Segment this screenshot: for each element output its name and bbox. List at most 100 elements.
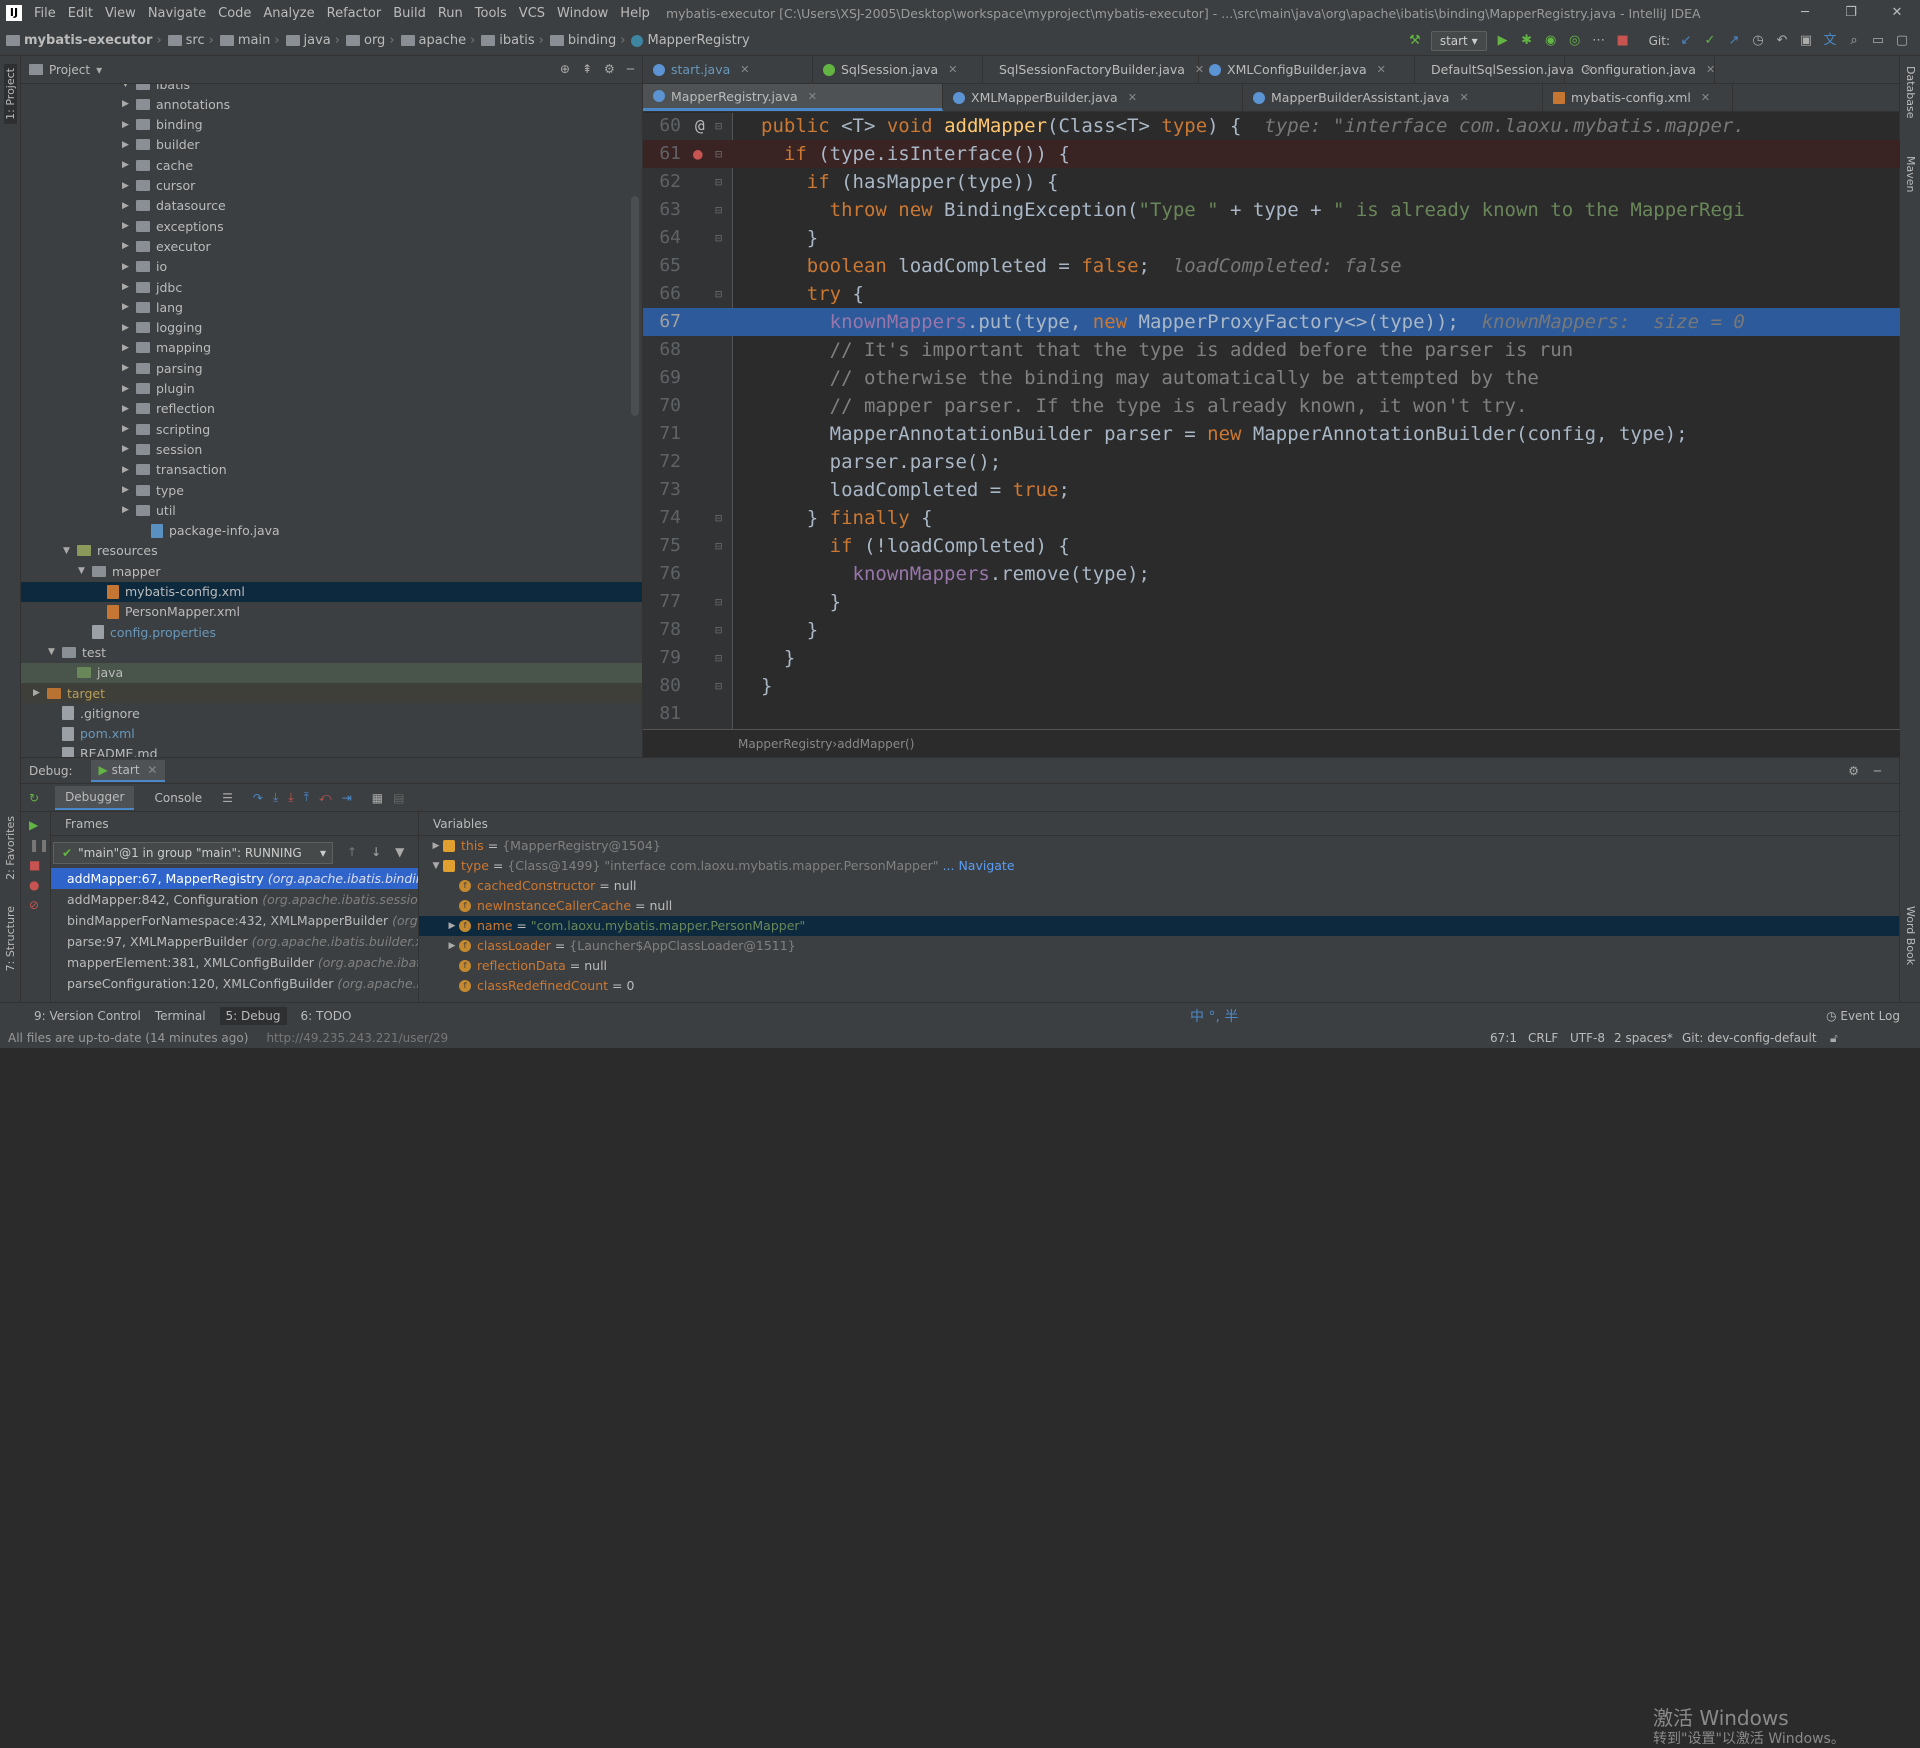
variable-row[interactable]: ▶ this = {MapperRegistry@1504} (419, 836, 1899, 856)
tree-item[interactable]: ▼ test (48, 642, 106, 662)
collapse-arrow-icon[interactable]: ▶ (122, 201, 136, 211)
code-line[interactable]: 69 // otherwise the binding may automati… (643, 364, 1900, 392)
debug-settings-icon[interactable]: ⚙ (1848, 764, 1859, 778)
expand-arrow-icon[interactable]: ▶ (445, 916, 459, 936)
frame-up-icon[interactable]: ↑ (347, 845, 357, 859)
tree-item[interactable]: ▶ transaction (122, 460, 227, 480)
presentation-icon[interactable]: ▢ (1894, 33, 1910, 49)
project-view-dropdown-icon[interactable]: ▾ (96, 63, 102, 77)
tab-console[interactable]: Console (144, 787, 212, 809)
fold-marker-icon[interactable]: ⊟ (715, 140, 722, 168)
code-line[interactable]: 61 if (type.isInterface()) {● ⊟ (643, 140, 1900, 168)
menu-help[interactable]: Help (614, 6, 656, 21)
debug-icon[interactable]: ✱ (1519, 33, 1535, 49)
breadcrumb-item[interactable]: mybatis-executor › (0, 33, 162, 48)
tree-item[interactable]: ▶ exceptions (122, 216, 224, 236)
variable-row[interactable]: f cachedConstructor = null (419, 876, 1899, 896)
breadcrumb-item[interactable]: binding › (544, 33, 625, 48)
editor-tab[interactable]: MapperBuilderAssistant.java ✕ (1243, 84, 1543, 111)
collapse-arrow-icon[interactable]: ▶ (122, 343, 136, 353)
build-hammer-icon[interactable]: ⚒ (1407, 33, 1423, 49)
tree-item[interactable]: ▶ plugin (122, 379, 195, 399)
collapse-arrow-icon[interactable]: ▶ (122, 505, 136, 515)
tree-item[interactable]: ▶ cache (122, 155, 193, 175)
tab-terminal[interactable]: Terminal (155, 1009, 206, 1023)
view-breakpoints-icon[interactable]: ● (29, 878, 42, 892)
breadcrumb-item[interactable]: src › (162, 33, 214, 48)
tree-item[interactable]: ▶ util (122, 500, 176, 520)
structure-tool-button[interactable]: 7: Structure (4, 906, 17, 971)
close-tab-icon[interactable]: ✕ (1706, 63, 1715, 76)
file-encoding[interactable]: UTF-8 (1570, 1031, 1605, 1045)
fold-marker-icon[interactable]: ⊟ (715, 196, 722, 224)
expand-arrow-icon[interactable]: ▶ (445, 936, 459, 956)
expand-arrow-icon[interactable]: ▼ (63, 546, 77, 556)
run-to-cursor-icon[interactable]: ⇥ (342, 791, 352, 805)
stack-frame[interactable]: parseConfiguration:120, XMLConfigBuilder… (51, 973, 418, 994)
collapse-arrow-icon[interactable]: ▶ (122, 384, 136, 394)
code-line[interactable]: 66 try {⊟ (643, 280, 1900, 308)
hide-panel-icon[interactable]: ─ (627, 62, 634, 76)
close-window-button[interactable]: ✕ (1874, 0, 1920, 26)
editor-breadcrumb-item[interactable]: MapperRegistry (738, 737, 832, 751)
tree-item[interactable]: ▶ scripting (122, 419, 210, 439)
tree-item[interactable]: .gitignore (48, 703, 140, 723)
fold-marker-icon[interactable]: ⊟ (715, 280, 722, 308)
resume-icon[interactable]: ▶ (29, 818, 42, 832)
rerun-icon[interactable]: ↻ (29, 791, 39, 805)
menu-navigate[interactable]: Navigate (142, 6, 212, 21)
step-over-icon[interactable]: ↷ (253, 791, 263, 805)
code-line[interactable]: 74 } finally {⊟ (643, 504, 1900, 532)
thread-select[interactable]: ✔ "main"@1 in group "main": RUNNING ▾ (53, 842, 333, 864)
stack-frame[interactable]: parse:97, XMLMapperBuilder (org.apache.i… (51, 931, 418, 952)
fold-marker-icon[interactable]: ⊟ (715, 224, 722, 252)
expand-arrow-icon[interactable]: ▼ (78, 566, 92, 576)
code-line[interactable]: 81 (643, 700, 1900, 728)
collapse-arrow-icon[interactable]: ▶ (122, 181, 136, 191)
editor-tab[interactable]: XMLMapperBuilder.java ✕ (943, 84, 1243, 111)
code-line[interactable]: 76 knownMappers.remove(type); (643, 560, 1900, 588)
menu-build[interactable]: Build (387, 6, 432, 21)
lock-icon[interactable]: 🔓︎ (1830, 1031, 1838, 1046)
tree-item[interactable]: ▼ resources (63, 541, 158, 561)
project-tool-button[interactable]: 1: Project (4, 64, 17, 124)
favorites-tool-button[interactable]: 2: Favorites (4, 816, 17, 880)
tree-item[interactable]: ▶ binding (122, 115, 203, 135)
override-marker-icon[interactable]: @ (695, 113, 705, 140)
expand-arrow-icon[interactable]: ▼ (48, 647, 62, 657)
evaluate-icon[interactable]: ▦ (372, 791, 383, 805)
expand-arrow-icon[interactable]: ▶ (429, 836, 443, 856)
variable-row[interactable]: ▼ type = {Class@1499} "interface com.laox… (419, 856, 1899, 876)
step-out-icon[interactable]: ⤒ (304, 790, 309, 805)
tree-item[interactable]: ▶ reflection (122, 399, 215, 419)
history-icon[interactable]: ◷ (1750, 33, 1766, 49)
tree-item[interactable]: ▶ parsing (122, 358, 203, 378)
translate-icon[interactable]: 文 (1822, 33, 1838, 49)
tree-item[interactable]: config.properties (78, 622, 216, 642)
collapse-arrow-icon[interactable]: ▶ (122, 363, 136, 373)
stack-frame[interactable]: addMapper:842, Configuration (org.apache… (51, 889, 418, 910)
code-line[interactable]: 60 public <T> void addMapper(Class<T> typ… (643, 113, 1900, 140)
code-line[interactable]: 68 // It's important that the type is ad… (643, 336, 1900, 364)
code-line[interactable]: 75 if (!loadCompleted) {⊟ (643, 532, 1900, 560)
collapse-arrow-icon[interactable]: ▶ (122, 282, 136, 292)
menu-lines-icon[interactable]: ☰ (222, 791, 233, 805)
menu-run[interactable]: Run (432, 6, 469, 21)
editor-tab[interactable]: SqlSession.java ✕ (813, 56, 983, 83)
code-line[interactable]: 62 if (hasMapper(type)) {⊟ (643, 168, 1900, 196)
collapse-arrow-icon[interactable]: ▶ (122, 160, 136, 170)
menu-vcs[interactable]: VCS (513, 6, 551, 21)
variable-row[interactable]: f newInstanceCallerCache = null (419, 896, 1899, 916)
wordbook-tool-button[interactable]: Word Book (1904, 906, 1917, 965)
menu-window[interactable]: Window (551, 6, 614, 21)
breadcrumb-item[interactable]: main › (214, 33, 280, 48)
tree-item[interactable]: PersonMapper.xml (93, 602, 240, 622)
git-push-icon[interactable]: ↗ (1726, 33, 1742, 49)
tree-item[interactable]: ▼ ibatis (122, 84, 190, 94)
collapse-arrow-icon[interactable]: ▶ (122, 404, 136, 414)
collapse-arrow-icon[interactable]: ▶ (33, 688, 47, 698)
tree-item[interactable]: ▶ logging (122, 318, 202, 338)
close-session-icon[interactable]: ✕ (147, 763, 157, 777)
editor-tab[interactable]: SqlSessionFactoryBuilder.java ✕ (983, 56, 1204, 83)
variable-row[interactable]: f classRedefinedCount = 0 (419, 976, 1899, 996)
